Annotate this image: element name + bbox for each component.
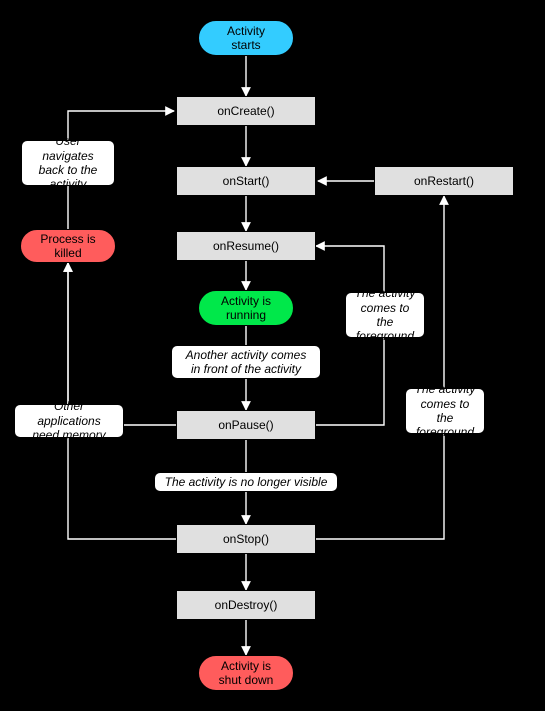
note-no-longer-visible: The activity is no longer visible <box>154 472 338 492</box>
note-other-apps-need-memory: Other applicationsneed memory <box>14 404 124 438</box>
note-comes-foreground-1: The activitycomes to theforeground <box>345 292 425 338</box>
node-activity-shutdown: Activity isshut down <box>198 655 294 691</box>
node-onStop: onStop() <box>176 524 316 554</box>
node-activity-starts: Activitystarts <box>198 20 294 56</box>
node-onResume: onResume() <box>176 231 316 261</box>
node-onStart: onStart() <box>176 166 316 196</box>
node-process-killed: Process iskilled <box>20 229 116 263</box>
note-another-activity-front: Another activity comesin front of the ac… <box>171 345 321 379</box>
note-user-navigates-back: User navigatesback to theactivity <box>21 140 115 186</box>
node-onDestroy: onDestroy() <box>176 590 316 620</box>
node-onPause: onPause() <box>176 410 316 440</box>
node-onRestart: onRestart() <box>374 166 514 196</box>
node-activity-running: Activity isrunning <box>198 290 294 326</box>
note-comes-foreground-2: The activitycomes to theforeground <box>405 388 485 434</box>
node-onCreate: onCreate() <box>176 96 316 126</box>
